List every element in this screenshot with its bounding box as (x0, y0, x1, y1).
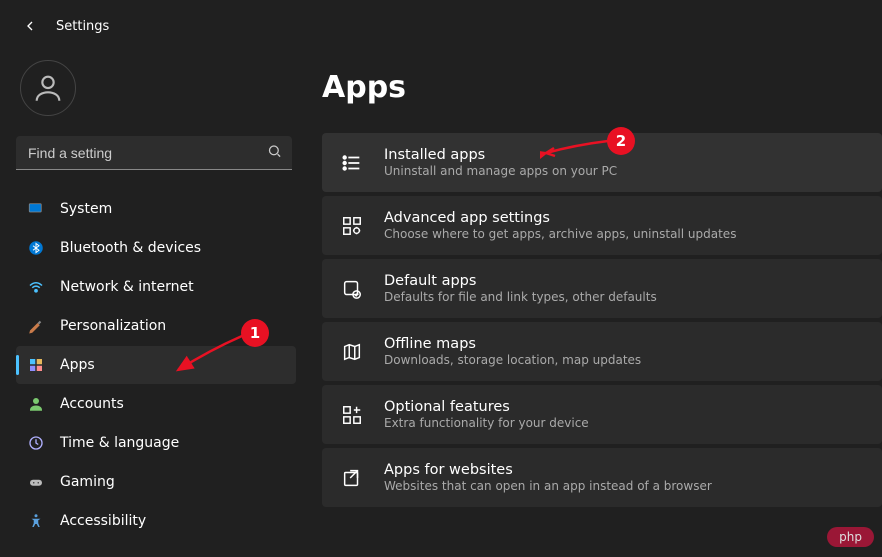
accessibility-icon (26, 511, 46, 531)
sidebar-item-gaming[interactable]: Gaming (16, 463, 296, 501)
sidebar-item-label: Gaming (60, 474, 115, 490)
sidebar-item-bluetooth[interactable]: Bluetooth & devices (16, 229, 296, 267)
back-button[interactable] (20, 16, 40, 36)
sidebar-item-accounts[interactable]: Accounts (16, 385, 296, 423)
card-desc: Defaults for file and link types, other … (384, 290, 864, 304)
open-external-icon (340, 466, 364, 490)
card-title: Apps for websites (384, 462, 864, 478)
card-apps-for-websites[interactable]: Apps for websites Websites that can open… (322, 448, 882, 507)
grid-plus-icon (340, 403, 364, 427)
search-input[interactable] (16, 136, 292, 170)
default-apps-icon (340, 277, 364, 301)
card-title: Optional features (384, 399, 864, 415)
display-icon (26, 199, 46, 219)
sidebar-item-system[interactable]: System (16, 190, 296, 228)
annotation-marker-1: 1 (241, 319, 269, 347)
card-title: Offline maps (384, 336, 864, 352)
sidebar-item-label: System (60, 201, 112, 217)
sidebar-item-label: Network & internet (60, 279, 194, 295)
sidebar-item-label: Apps (60, 357, 95, 373)
sidebar-item-label: Personalization (60, 318, 166, 334)
card-default-apps[interactable]: Default apps Defaults for file and link … (322, 259, 882, 318)
search-icon (267, 144, 282, 163)
bluetooth-icon (26, 238, 46, 258)
brush-icon (26, 316, 46, 336)
sidebar: System Bluetooth & devices Network & int… (0, 52, 300, 541)
apps-icon (26, 355, 46, 375)
card-desc: Choose where to get apps, archive apps, … (384, 227, 864, 241)
card-optional-features[interactable]: Optional features Extra functionality fo… (322, 385, 882, 444)
header: Settings (0, 0, 882, 52)
sidebar-item-label: Accessibility (60, 513, 146, 529)
card-advanced-app-settings[interactable]: Advanced app settings Choose where to ge… (322, 196, 882, 255)
sidebar-item-time-language[interactable]: Time & language (16, 424, 296, 462)
clock-globe-icon (26, 433, 46, 453)
sidebar-item-apps[interactable]: Apps (16, 346, 296, 384)
sidebar-item-accessibility[interactable]: Accessibility (16, 502, 296, 540)
list-icon (340, 151, 364, 175)
card-desc: Downloads, storage location, map updates (384, 353, 864, 367)
person-icon (26, 394, 46, 414)
main-content: Apps Installed apps Uninstall and manage… (300, 52, 882, 541)
watermark: php (827, 527, 874, 547)
wifi-icon (26, 277, 46, 297)
gamepad-icon (26, 472, 46, 492)
card-desc: Websites that can open in an app instead… (384, 479, 864, 493)
card-title: Advanced app settings (384, 210, 864, 226)
header-title: Settings (56, 19, 109, 34)
card-title: Default apps (384, 273, 864, 289)
sidebar-item-label: Accounts (60, 396, 124, 412)
card-offline-maps[interactable]: Offline maps Downloads, storage location… (322, 322, 882, 381)
user-avatar[interactable] (20, 60, 76, 116)
apps-gear-icon (340, 214, 364, 238)
card-desc: Extra functionality for your device (384, 416, 864, 430)
search-box[interactable] (16, 136, 292, 170)
map-icon (340, 340, 364, 364)
page-title: Apps (322, 70, 882, 105)
sidebar-item-network[interactable]: Network & internet (16, 268, 296, 306)
card-installed-apps[interactable]: Installed apps Uninstall and manage apps… (322, 133, 882, 192)
annotation-marker-2: 2 (607, 127, 635, 155)
sidebar-item-label: Time & language (60, 435, 179, 451)
sidebar-item-label: Bluetooth & devices (60, 240, 201, 256)
card-desc: Uninstall and manage apps on your PC (384, 164, 864, 178)
